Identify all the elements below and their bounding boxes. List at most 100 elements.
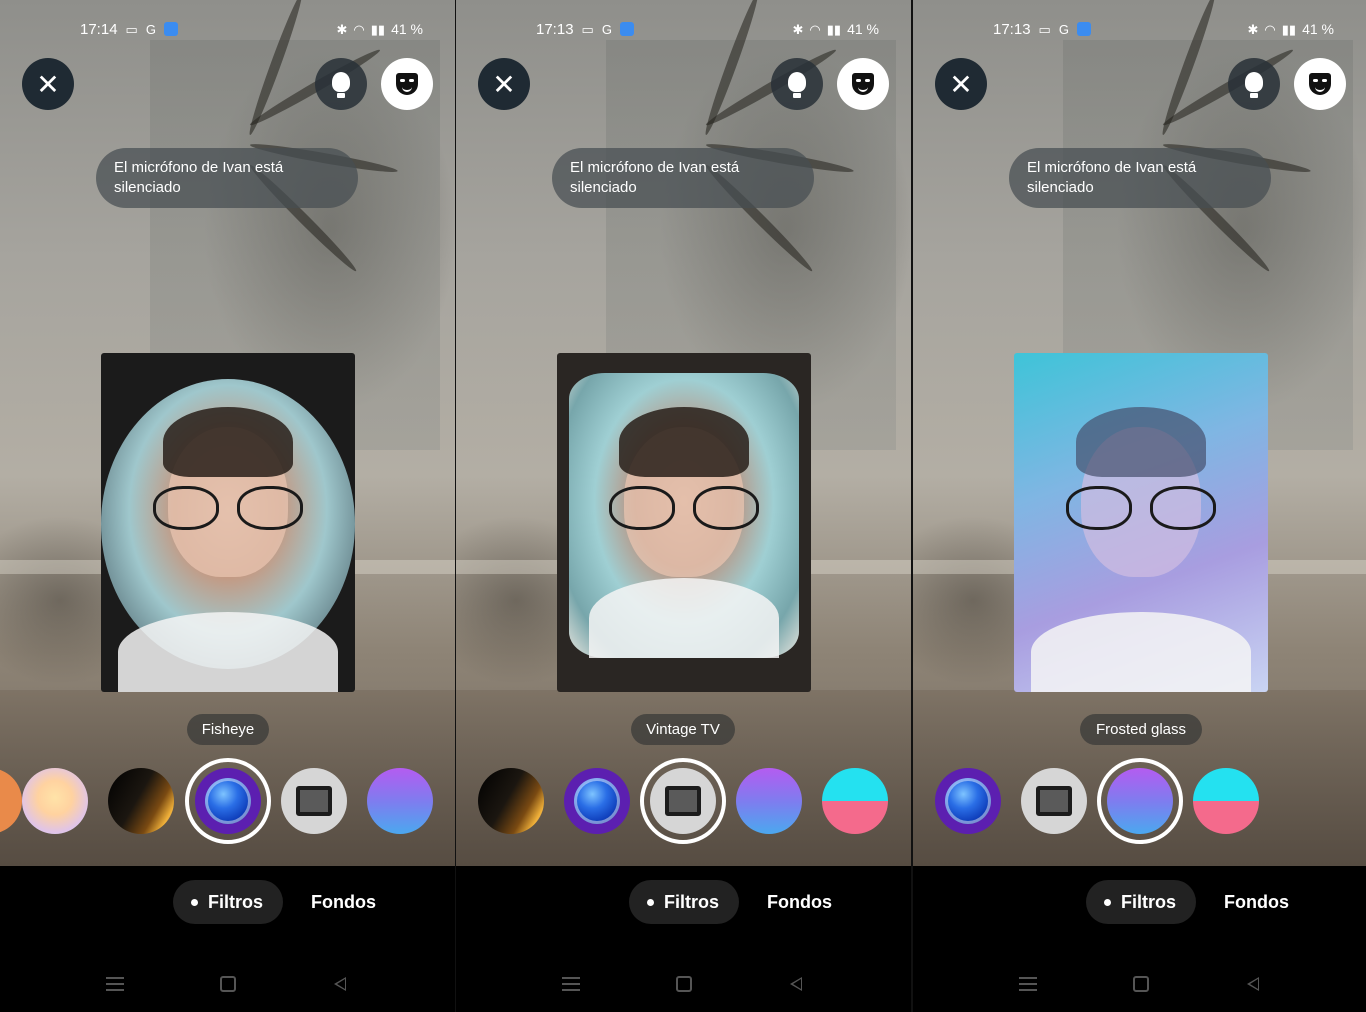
filter-option-frosted-glass-selected[interactable] [1097,758,1183,844]
phone-screen-vintage-tv: 17:13 ▭ G ✱ ◠ ▮▮ 41 % ✕ El micrófono de … [456,0,911,1012]
tab-backgrounds[interactable]: Fondos [767,880,832,924]
filter-option-warm-glow[interactable] [22,768,88,834]
effects-button[interactable] [1294,58,1346,110]
mic-muted-toast: El micrófono de Ivan está silenciado [552,148,814,208]
filter-option-vintage-tv[interactable] [281,768,347,834]
back-icon[interactable] [790,977,802,991]
mask-icon [1309,73,1331,95]
mask-icon [396,73,418,95]
home-icon[interactable] [220,976,236,992]
low-light-button[interactable] [315,58,367,110]
menu-icon[interactable] [562,977,580,991]
lightbulb-icon [788,72,806,98]
wifi-icon: ◠ [353,21,365,37]
mask-icon [852,73,874,95]
tv-icon [296,786,332,816]
status-bar: 17:14 ▭ G ✱ ◠ ▮▮ 41 % [0,18,455,40]
filter-option-vintage-tv[interactable] [1021,768,1087,834]
phone-screen-frosted-glass: 17:13 ▭ G ✱ ◠ ▮▮ 41 % ✕ El micrófono de … [913,0,1366,1012]
mic-muted-toast: El micrófono de Ivan está silenciado [96,148,358,208]
tab-filters[interactable]: Filtros [173,880,284,924]
tab-filters[interactable]: Filtros [629,880,740,924]
signal-icon: ▮▮ [826,21,842,37]
signal-icon: ▮▮ [1281,21,1297,37]
google-icon: G [1058,21,1069,37]
status-bar: 17:13 ▭ G ✱ ◠ ▮▮ 41 % [913,18,1366,40]
back-icon[interactable] [1247,977,1259,991]
home-icon[interactable] [1133,976,1149,992]
tab-filters-label: Filtros [664,891,720,912]
app-notification-icon [163,22,178,36]
system-nav-bar [913,972,1366,996]
filter-name-label: Frosted glass [1080,714,1202,745]
bottom-bar: Filtros Fondos [456,866,911,1012]
wifi-icon: ◠ [1264,21,1276,37]
glasses [1066,485,1216,530]
effects-button[interactable] [381,58,433,110]
tab-filters-label: Filtros [208,891,264,912]
battery-level: 41 % [1302,21,1334,37]
tv-icon [1036,786,1072,816]
bluetooth-icon: ✱ [792,21,804,37]
glasses [153,485,303,530]
battery-level: 41 % [391,21,423,37]
phone-screen-fisheye: 17:14 ▭ G ✱ ◠ ▮▮ 41 % ✕ El micrófono de … [0,0,455,1012]
lightbulb-icon [332,72,350,98]
wifi-icon: ◠ [809,21,821,37]
google-icon: G [145,21,156,37]
tab-filters-label: Filtros [1121,891,1177,912]
status-time: 17:13 [536,20,574,38]
app-notification-icon [619,22,634,36]
filter-option-fisheye[interactable] [564,768,630,834]
lightbulb-icon [1245,72,1263,98]
tab-filters[interactable]: Filtros [1086,880,1197,924]
system-nav-bar [456,972,911,996]
filter-option-frosted-glass[interactable] [367,768,433,834]
self-video-preview [557,353,811,692]
home-icon[interactable] [676,976,692,992]
tv-icon [665,786,701,816]
close-button[interactable]: ✕ [478,58,530,110]
bottom-bar: Filtros Fondos [913,866,1366,1012]
tab-backgrounds[interactable]: Fondos [311,880,376,924]
close-button[interactable]: ✕ [935,58,987,110]
mic-muted-toast: El micrófono de Ivan está silenciado [1009,148,1271,208]
bottom-bar: Filtros Fondos [0,866,455,1012]
filter-option-split-color[interactable] [1193,768,1259,834]
effects-button[interactable] [837,58,889,110]
filter-option-frosted-glass[interactable] [736,768,802,834]
filter-option-dark-flare[interactable] [108,768,174,834]
low-light-button[interactable] [771,58,823,110]
bluetooth-icon: ✱ [336,21,348,37]
filter-option-fisheye[interactable] [935,768,1001,834]
tab-backgrounds[interactable]: Fondos [1224,880,1289,924]
filter-option-split-color[interactable] [822,768,888,834]
close-icon: ✕ [36,68,60,100]
battery-level: 41 % [847,21,879,37]
close-button[interactable]: ✕ [22,58,74,110]
signal-icon: ▮▮ [370,21,386,37]
video-icon: ▭ [1038,21,1051,37]
self-video-preview [101,353,355,692]
menu-icon[interactable] [1019,977,1037,991]
filter-option-dark-flare[interactable] [478,768,544,834]
system-nav-bar [0,972,455,996]
close-icon: ✕ [949,68,973,100]
video-icon: ▭ [125,21,138,37]
low-light-button[interactable] [1228,58,1280,110]
app-notification-icon [1076,22,1091,36]
filter-option-fisheye-selected[interactable] [185,758,271,844]
fisheye-lens-icon [205,778,251,824]
status-time: 17:14 [80,20,118,38]
filter-name-label: Vintage TV [631,714,735,745]
menu-icon[interactable] [106,977,124,991]
back-icon[interactable] [334,977,346,991]
status-time: 17:13 [993,20,1031,38]
status-bar: 17:13 ▭ G ✱ ◠ ▮▮ 41 % [456,18,911,40]
self-video-preview [1014,353,1268,692]
filter-option-vintage-tv-selected[interactable] [640,758,726,844]
fisheye-lens-icon [574,778,620,824]
video-icon: ▭ [581,21,594,37]
glasses [609,485,759,530]
fisheye-lens-icon [945,778,991,824]
